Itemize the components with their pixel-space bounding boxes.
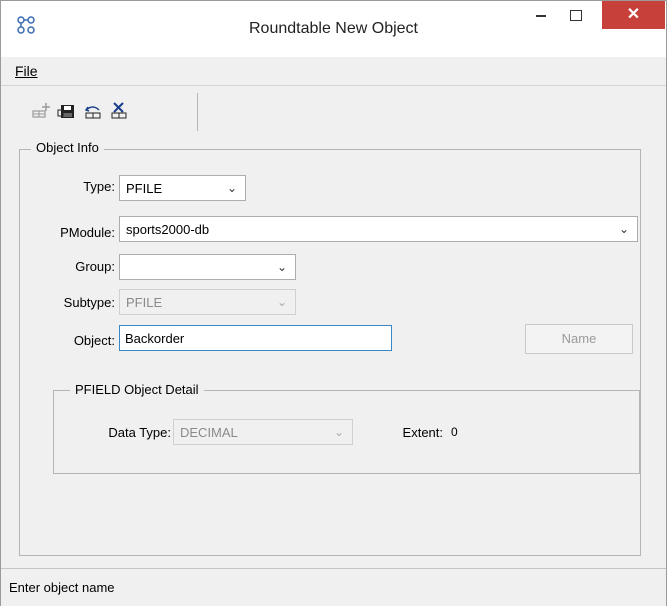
pmodule-select[interactable]: sports2000-db ⌄ bbox=[119, 216, 638, 242]
chevron-down-icon: ⌄ bbox=[276, 260, 287, 274]
delete-icon bbox=[111, 102, 127, 119]
data-type-value: DECIMAL bbox=[180, 425, 238, 440]
object-name-input[interactable]: Backorder bbox=[119, 325, 392, 351]
subtype-label: Subtype: bbox=[63, 295, 115, 310]
undo-button[interactable] bbox=[83, 101, 103, 121]
undo-icon bbox=[84, 106, 101, 119]
menu-file-label: File bbox=[15, 63, 38, 79]
type-value: PFILE bbox=[126, 181, 163, 196]
pmodule-label: PModule: bbox=[60, 225, 115, 240]
extent-label: Extent: bbox=[402, 425, 443, 440]
object-label: Object: bbox=[73, 333, 115, 348]
chevron-down-icon: ⌄ bbox=[276, 295, 287, 309]
minimize-button[interactable] bbox=[527, 5, 557, 29]
close-button[interactable]: ✕ bbox=[602, 1, 665, 29]
name-button[interactable]: Name bbox=[525, 324, 633, 354]
add-object-icon bbox=[32, 103, 50, 118]
maximize-icon bbox=[570, 10, 582, 21]
save-button[interactable] bbox=[57, 101, 77, 121]
status-bar: Enter object name bbox=[1, 568, 666, 606]
subtype-value: PFILE bbox=[126, 295, 163, 310]
group-select[interactable]: ⌄ bbox=[119, 254, 296, 280]
data-type-select: DECIMAL ⌄ bbox=[173, 419, 353, 445]
object-name-value: Backorder bbox=[125, 331, 185, 346]
close-icon: ✕ bbox=[626, 6, 641, 23]
add-object-button[interactable] bbox=[31, 101, 51, 121]
type-select[interactable]: PFILE ⌄ bbox=[119, 175, 246, 201]
status-text: Enter object name bbox=[9, 580, 115, 595]
menu-file[interactable]: File bbox=[15, 63, 38, 79]
pmodule-value: sports2000-db bbox=[126, 222, 210, 237]
delete-button[interactable] bbox=[109, 101, 129, 121]
save-icon bbox=[57, 105, 74, 118]
subtype-select: PFILE ⌄ bbox=[119, 289, 296, 315]
extent-value: 0 bbox=[451, 425, 458, 439]
maximize-button[interactable] bbox=[561, 5, 591, 29]
title-bar[interactable]: Roundtable New Object ✕ bbox=[1, 1, 666, 57]
pfield-detail-legend: PFIELD Object Detail bbox=[70, 382, 204, 397]
minimize-icon bbox=[536, 15, 546, 17]
group-label: Group: bbox=[75, 259, 115, 274]
window: Roundtable New Object ✕ File Object Info… bbox=[0, 0, 667, 606]
data-type-label: Data Type: bbox=[108, 425, 171, 440]
menu-bar: File bbox=[1, 57, 666, 86]
chevron-down-icon: ⌄ bbox=[226, 181, 237, 195]
chevron-down-icon: ⌄ bbox=[618, 222, 629, 236]
type-label: Type: bbox=[83, 179, 115, 194]
toolbar bbox=[11, 93, 198, 131]
chevron-down-icon: ⌄ bbox=[333, 425, 344, 439]
object-info-legend: Object Info bbox=[31, 140, 104, 155]
